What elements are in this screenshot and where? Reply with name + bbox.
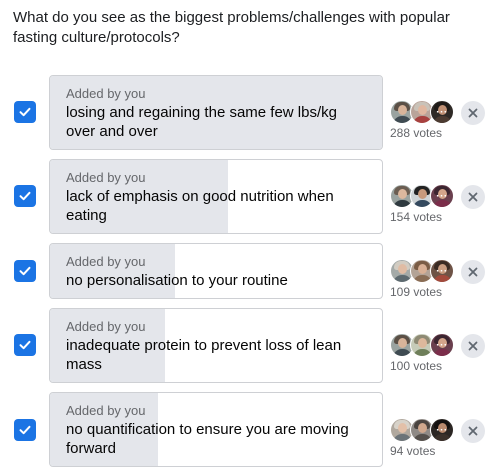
close-icon <box>468 108 478 118</box>
remove-option-button[interactable] <box>461 260 485 284</box>
added-by-label: Added by you <box>66 403 146 418</box>
close-icon <box>468 192 478 202</box>
added-by-label: Added by you <box>66 319 146 334</box>
vote-count: 288 votes <box>390 126 443 140</box>
more-voters-icon: ··· <box>436 107 448 118</box>
added-by-label: Added by you <box>66 170 146 185</box>
more-voters-icon: ··· <box>436 266 448 277</box>
close-icon <box>468 267 478 277</box>
voter-avatars: ··· <box>390 184 456 208</box>
poll-option[interactable]: Added by you no personalisation to your … <box>49 243 383 299</box>
poll-option[interactable]: Added by you no quantification to ensure… <box>49 392 383 467</box>
option-text: no personalisation to your routine <box>66 272 288 289</box>
remove-option-button[interactable] <box>461 334 485 358</box>
option-text: inadequate protein to prevent loss of le… <box>66 337 342 373</box>
option-text: lack of emphasis on good nutrition when … <box>66 188 334 224</box>
option-checkbox[interactable] <box>14 419 36 441</box>
voter-avatars: ··· <box>390 100 456 124</box>
checkmark-icon <box>19 340 31 350</box>
remove-option-button[interactable] <box>461 185 485 209</box>
more-voters-icon: ··· <box>436 425 448 436</box>
close-icon <box>468 341 478 351</box>
checkmark-icon <box>19 191 31 201</box>
option-checkbox[interactable] <box>14 334 36 356</box>
added-by-label: Added by you <box>66 254 146 269</box>
remove-option-button[interactable] <box>461 101 485 125</box>
voter-avatars: ··· <box>390 259 456 283</box>
avatar: ··· <box>430 418 454 442</box>
remove-option-button[interactable] <box>461 419 485 443</box>
checkmark-icon <box>19 107 31 117</box>
checkmark-icon <box>19 425 31 435</box>
avatar: ··· <box>430 184 454 208</box>
avatar: ··· <box>430 259 454 283</box>
more-voters-icon: ··· <box>436 191 448 202</box>
option-text: no quantification to ensure you are movi… <box>66 421 349 457</box>
option-checkbox[interactable] <box>14 185 36 207</box>
more-voters-icon: ··· <box>436 340 448 351</box>
poll-option[interactable]: Added by you inadequate protein to preve… <box>49 308 383 383</box>
avatar: ··· <box>430 333 454 357</box>
avatar: ··· <box>430 100 454 124</box>
poll-question: What do you see as the biggest problems/… <box>13 9 450 46</box>
poll-option[interactable]: Added by you losing and regaining the sa… <box>49 75 383 150</box>
option-checkbox[interactable] <box>14 260 36 282</box>
voter-summary[interactable]: ··· 94 votes <box>390 418 460 459</box>
checkmark-icon <box>19 266 31 276</box>
voter-summary[interactable]: ··· 154 votes <box>390 184 460 225</box>
voter-avatars: ··· <box>390 418 456 442</box>
vote-count: 94 votes <box>390 444 436 458</box>
vote-count: 109 votes <box>390 285 443 299</box>
option-checkbox[interactable] <box>14 101 36 123</box>
voter-summary[interactable]: ··· 288 votes <box>390 100 460 141</box>
added-by-label: Added by you <box>66 86 146 101</box>
close-icon <box>468 426 478 436</box>
poll-option[interactable]: Added by you lack of emphasis on good nu… <box>49 159 383 234</box>
voter-avatars: ··· <box>390 333 456 357</box>
vote-count: 100 votes <box>390 359 443 373</box>
option-text: losing and regaining the same few lbs/kg… <box>66 104 337 140</box>
vote-count: 154 votes <box>390 210 443 224</box>
voter-summary[interactable]: ··· 100 votes <box>390 333 460 374</box>
voter-summary[interactable]: ··· 109 votes <box>390 259 460 300</box>
